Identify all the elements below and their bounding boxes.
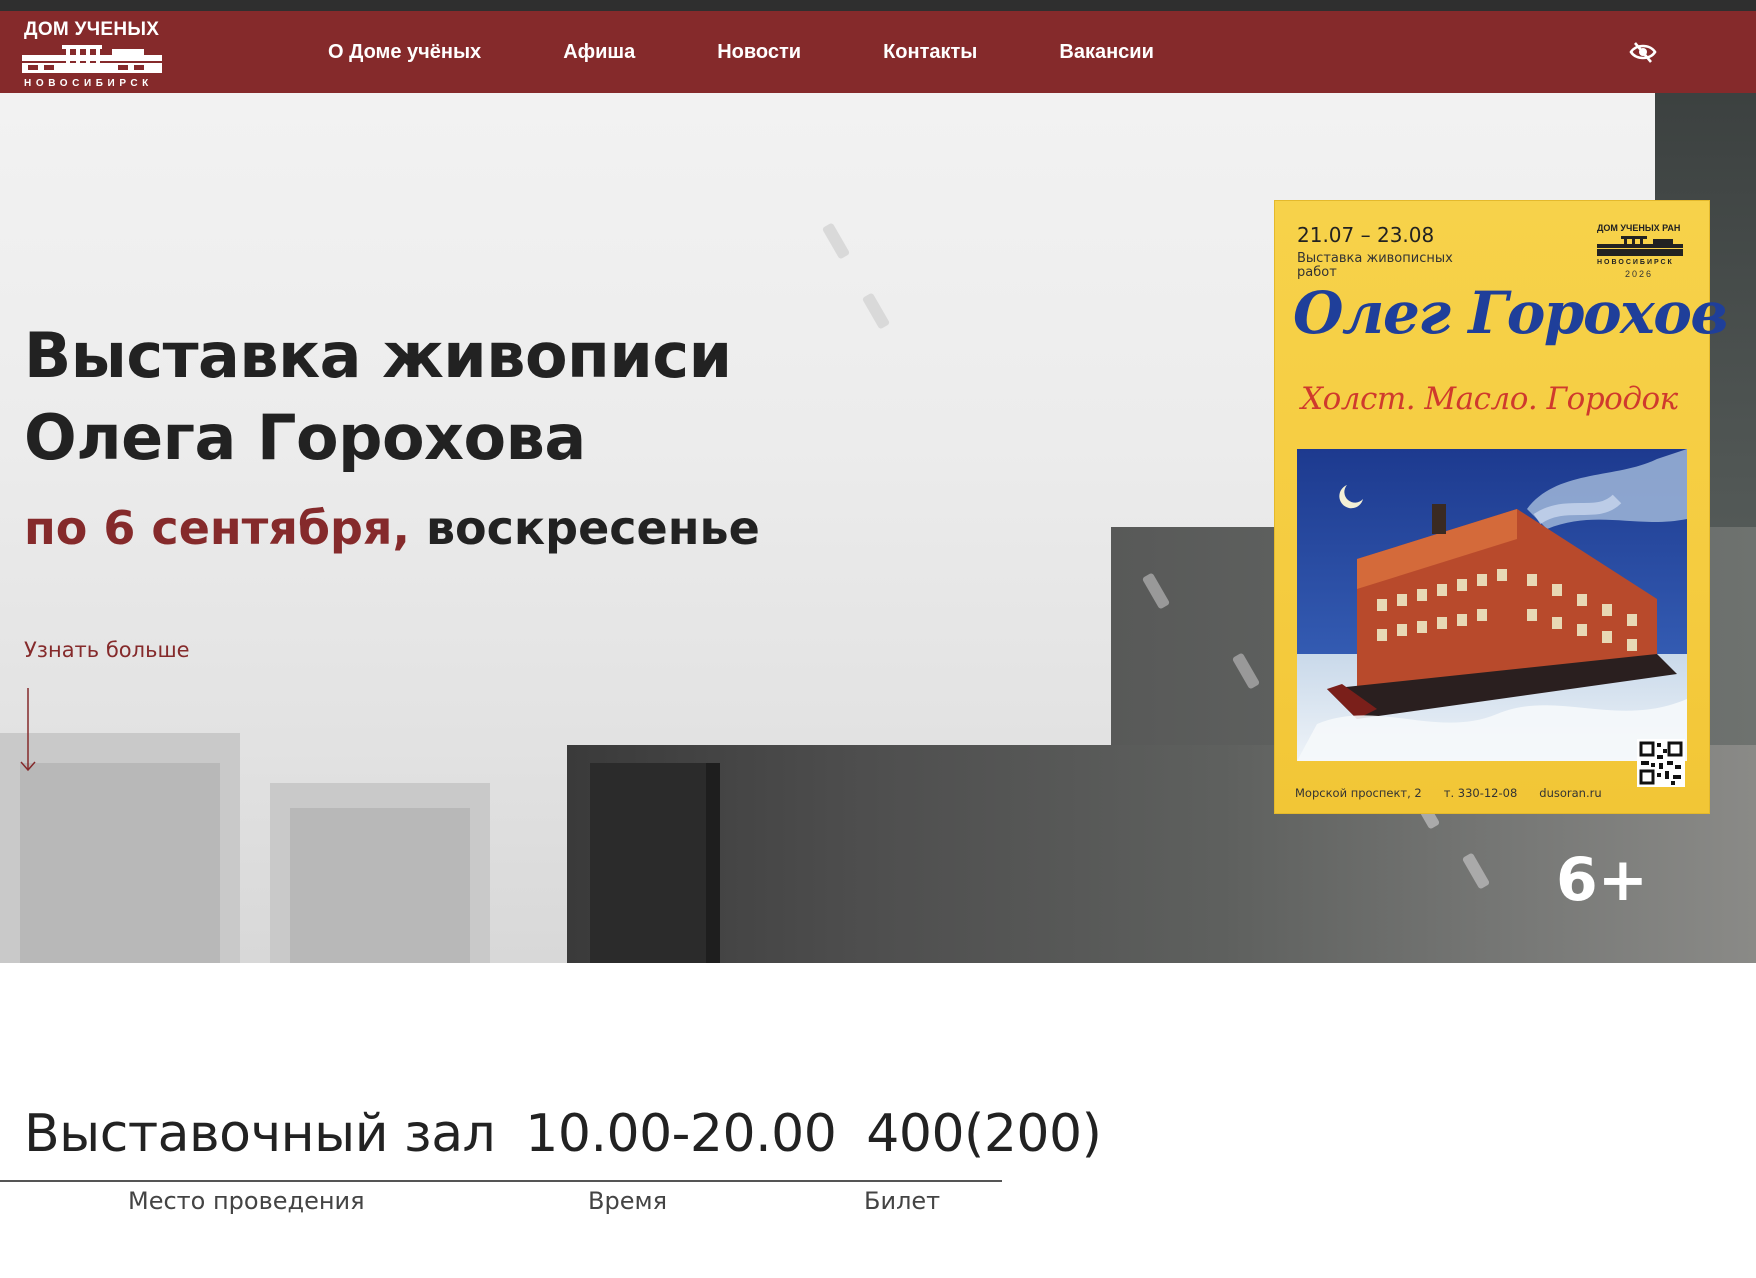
gallery-frame-picture — [20, 763, 220, 963]
event-place-label: Место проведения — [128, 1187, 365, 1215]
poster-org: ДОМ УЧЕНЫХ РАН — [1597, 223, 1681, 233]
event-place-value: Выставочный зал — [24, 1104, 496, 1164]
poster-year: 2026 — [1625, 269, 1654, 279]
poster-building-icon — [1597, 236, 1683, 256]
qr-code-icon[interactable] — [1637, 739, 1685, 787]
info-divider — [0, 1180, 1002, 1182]
poster-tagline: Холст. Масло. Городок — [1301, 381, 1678, 417]
poster-dates: 21.07 – 23.08 — [1297, 223, 1435, 247]
event-date-highlight: по 6 сентября, — [24, 501, 410, 555]
main-nav: О Доме учёных Афиша Новости Контакты Вак… — [328, 11, 1236, 93]
hero-banner: Выставка живописи Олега Горохова по 6 се… — [0, 93, 1756, 963]
nav-item-contacts[interactable]: Контакты — [883, 41, 977, 64]
poster-artist-name: Олег Горохов — [1293, 279, 1729, 347]
eye-slash-icon[interactable] — [1628, 39, 1658, 65]
event-time-label: Время — [588, 1187, 668, 1215]
poster-address: Морской проспект, 2 — [1295, 786, 1422, 800]
poster-site: dusoran.ru — [1539, 786, 1602, 800]
poster-org-city: НОВОСИБИРСК — [1597, 259, 1674, 266]
age-rating-badge: 6+ — [1556, 845, 1649, 915]
building-logo-icon — [22, 45, 162, 73]
nav-item-vacancies[interactable]: Вакансии — [1059, 41, 1154, 64]
event-poster[interactable]: 21.07 – 23.08 Выставка живописных работ … — [1275, 201, 1729, 813]
poster-subtitle: Выставка живописных работ — [1297, 251, 1453, 280]
gallery-frame-picture — [290, 808, 470, 963]
event-info-values: Выставочный зал 10.00-20.00 400(200) — [24, 1104, 1102, 1164]
event-time-value: 10.00-20.00 — [525, 1104, 837, 1164]
site-header: ДОМ УЧЕНЫХ НОВОСИБИРСК О Доме учёных Афи… — [0, 11, 1756, 93]
learn-more-link[interactable]: Узнать больше — [24, 638, 190, 662]
arrow-down-icon[interactable] — [19, 688, 37, 772]
site-logo[interactable]: ДОМ УЧЕНЫХ НОВОСИБИРСК — [22, 15, 167, 91]
nav-item-events[interactable]: Афиша — [563, 41, 635, 64]
event-ticket-value: 400(200) — [866, 1104, 1102, 1164]
nav-item-news[interactable]: Новости — [717, 41, 801, 64]
event-ticket-label: Билет — [864, 1187, 941, 1215]
event-date-weekday: воскресенье — [409, 501, 760, 555]
event-date: по 6 сентября, воскресенье — [24, 501, 760, 555]
top-strip — [0, 0, 1756, 11]
nav-item-about[interactable]: О Доме учёных — [328, 41, 481, 64]
poster-footer: Морской проспект, 2 т. 330-12-08 dusoran… — [1295, 786, 1602, 800]
logo-city: НОВОСИБИРСК — [24, 78, 153, 89]
poster-painting-icebreaker — [1297, 449, 1687, 761]
gallery-doorway — [590, 763, 720, 963]
logo-title: ДОМ УЧЕНЫХ — [24, 19, 160, 40]
event-title: Выставка живописи Олега Горохова — [24, 319, 732, 474]
poster-phone: т. 330-12-08 — [1443, 786, 1518, 800]
